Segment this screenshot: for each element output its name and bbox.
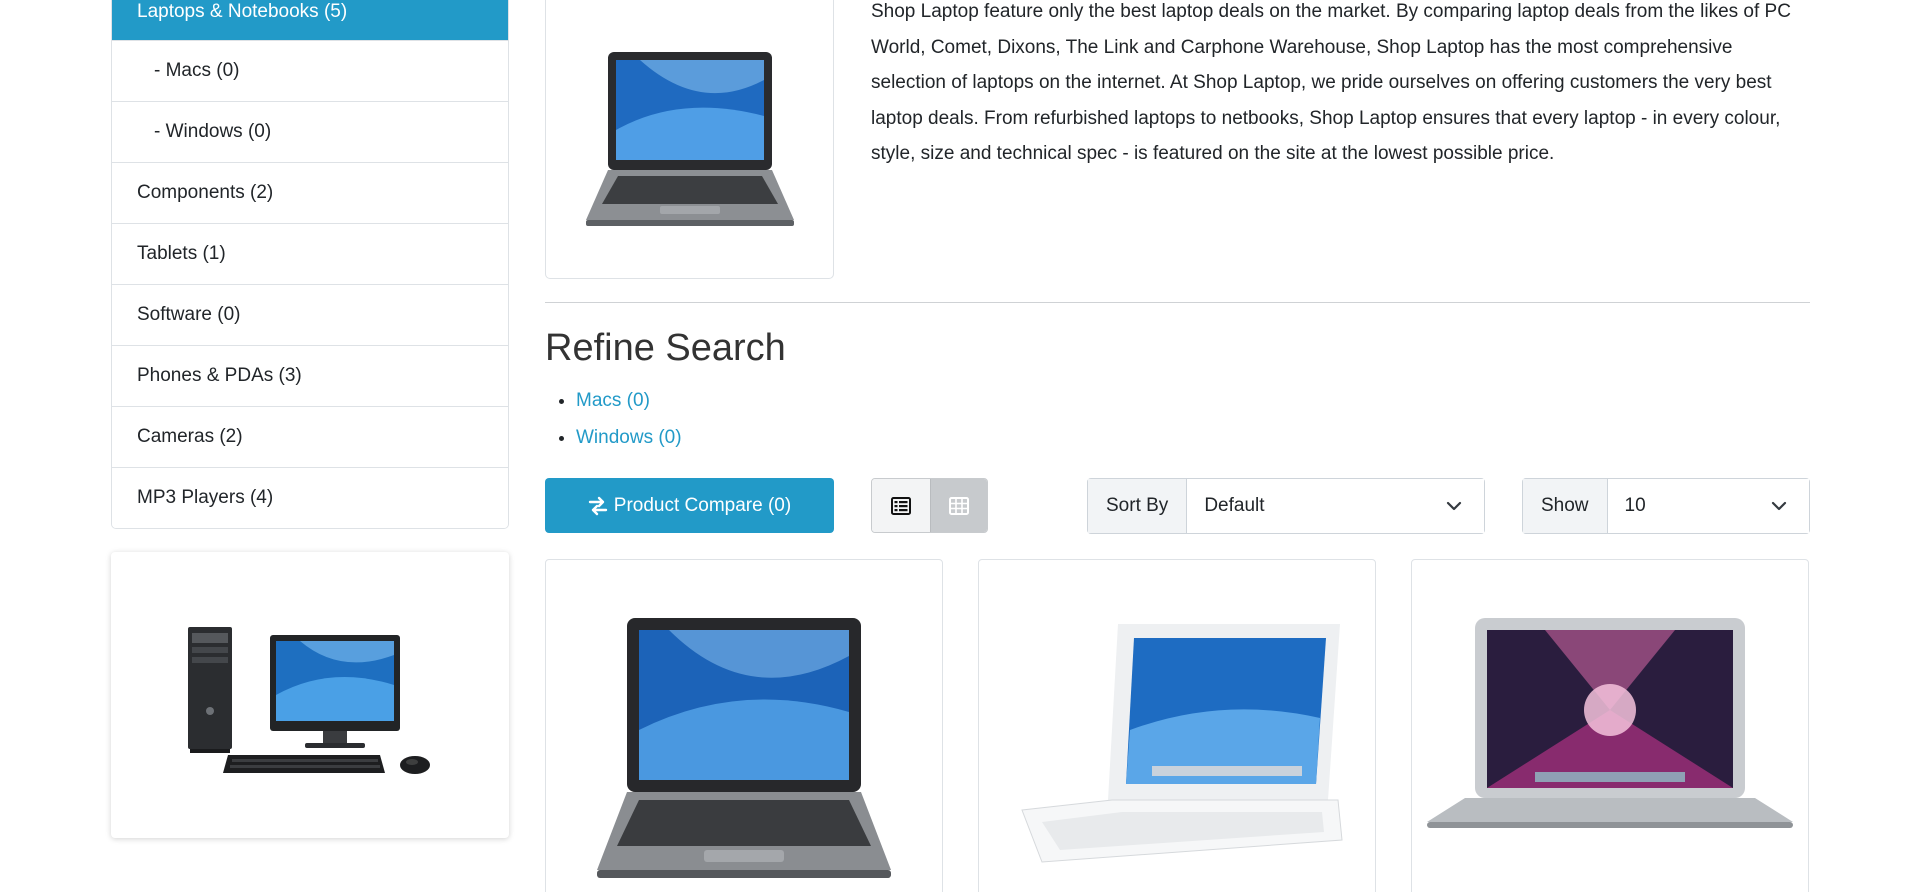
show-limit-value: 10 xyxy=(1624,495,1646,516)
refine-link-macs[interactable]: Macs (0) xyxy=(576,390,650,411)
product-image-hp-laptop xyxy=(597,618,891,878)
sort-by-group: Sort By Default xyxy=(1087,478,1485,534)
category-thumbnail xyxy=(545,0,834,279)
grid-view-icon xyxy=(948,496,969,515)
sidebar-item-laptops-notebooks[interactable]: Laptops & Notebooks (5) xyxy=(112,0,508,40)
product-compare-button[interactable]: Product Compare (0) xyxy=(545,478,834,533)
list-view-button[interactable] xyxy=(872,479,930,532)
refine-search-list: Macs (0) Windows (0) xyxy=(576,384,682,458)
view-toggle-group xyxy=(871,478,988,533)
sidebar-item-cameras[interactable]: Cameras (2) xyxy=(112,406,508,467)
refine-search-title: Refine Search xyxy=(545,327,786,369)
sidebar-item-tablets[interactable]: Tablets (1) xyxy=(112,223,508,284)
refine-item: Macs (0) xyxy=(576,384,682,421)
product-card[interactable] xyxy=(1411,559,1809,892)
product-card[interactable] xyxy=(545,559,943,892)
sort-by-select[interactable]: Default xyxy=(1187,479,1484,533)
grid-view-button[interactable] xyxy=(929,479,987,532)
desktop-computer-image xyxy=(188,627,430,774)
sidebar-item-macs[interactable]: - Macs (0) xyxy=(112,40,508,101)
product-image-macbook-air xyxy=(1427,618,1793,828)
product-image-macbook xyxy=(1021,624,1343,863)
show-limit-group: Show 10 xyxy=(1522,478,1810,534)
refine-link-windows[interactable]: Windows (0) xyxy=(576,427,682,448)
divider xyxy=(545,302,1810,303)
arrows-exchange-icon xyxy=(588,496,607,515)
product-card[interactable] xyxy=(978,559,1376,892)
sidebar-item-phones-pdas[interactable]: Phones & PDAs (3) xyxy=(112,345,508,406)
category-description: Shop Laptop feature only the best laptop… xyxy=(871,1,1791,164)
laptop-image xyxy=(585,52,794,226)
category-list: Laptops & Notebooks (5) - Macs (0) - Win… xyxy=(111,0,509,529)
list-view-icon xyxy=(890,496,911,515)
chevron-down-icon xyxy=(1446,501,1462,511)
chevron-down-icon xyxy=(1771,501,1787,511)
sidebar-item-components[interactable]: Components (2) xyxy=(112,162,508,223)
sidebar: Laptops & Notebooks (5) - Macs (0) - Win… xyxy=(111,0,509,529)
product-toolbar: Product Compare (0) Sort By Default Show… xyxy=(545,478,1810,534)
product-compare-label: Product Compare (0) xyxy=(613,494,792,516)
sort-by-label: Sort By xyxy=(1088,479,1188,533)
show-limit-select[interactable]: 10 xyxy=(1607,479,1809,533)
desktop-banner[interactable] xyxy=(111,552,509,838)
sidebar-item-windows[interactable]: - Windows (0) xyxy=(112,101,508,162)
refine-item: Windows (0) xyxy=(576,421,682,458)
sort-by-value: Default xyxy=(1204,495,1265,516)
show-limit-label: Show xyxy=(1523,479,1608,533)
sidebar-item-software[interactable]: Software (0) xyxy=(112,284,508,345)
sidebar-item-mp3-players[interactable]: MP3 Players (4) xyxy=(112,467,508,528)
